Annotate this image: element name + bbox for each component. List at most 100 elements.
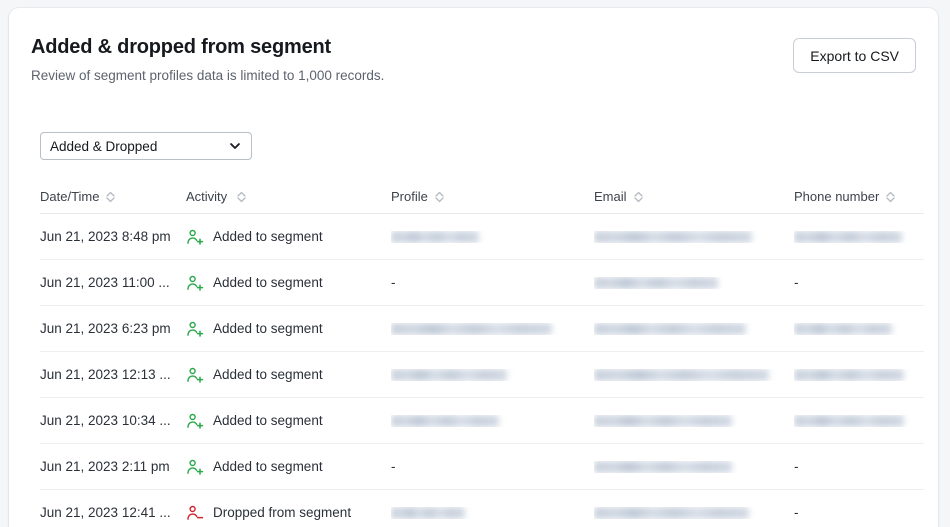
sort-chevrons-icon [633, 190, 644, 204]
cell-phone-number: - [794, 459, 924, 474]
activity-label: Dropped from segment [213, 505, 351, 520]
sort-chevrons-icon [434, 190, 445, 204]
activity-filter-value: Added & Dropped [50, 139, 228, 154]
cell-datetime: Jun 21, 2023 2:11 pm [40, 459, 186, 474]
cell-profile [391, 231, 594, 243]
sort-chevrons-icon [885, 190, 896, 204]
activity-filter-select[interactable]: Added & Dropped [40, 132, 252, 160]
cell-activity: Added to segment [186, 412, 391, 430]
cell-activity: Added to segment [186, 228, 391, 246]
page-subtitle: Review of segment profiles data is limit… [31, 67, 916, 85]
cell-profile [391, 507, 594, 519]
activity-label: Added to segment [213, 413, 323, 428]
column-header-label: Email [594, 189, 627, 204]
redacted-value [794, 369, 904, 381]
table-row[interactable]: Jun 21, 2023 2:11 pm Added to segment - - [40, 444, 924, 490]
person-add-icon [186, 412, 204, 430]
cell-email [594, 277, 794, 289]
card-header: Added & dropped from segment Review of s… [9, 8, 938, 85]
cell-activity: Added to segment [186, 320, 391, 338]
redacted-value [794, 231, 902, 243]
column-header-datetime[interactable]: Date/Time [40, 189, 186, 204]
cell-phone-number: - [794, 505, 924, 520]
person-remove-icon [186, 504, 204, 522]
column-header-activity[interactable]: Activity [186, 189, 391, 204]
activity-label: Added to segment [213, 459, 323, 474]
cell-datetime: Jun 21, 2023 6:23 pm [40, 321, 186, 336]
table-row[interactable]: Jun 21, 2023 10:34 ... Added to segment [40, 398, 924, 444]
redacted-value [391, 231, 479, 243]
person-add-icon [186, 366, 204, 384]
redacted-value [391, 415, 499, 427]
redacted-value [391, 323, 552, 335]
redacted-value [594, 231, 752, 243]
sort-chevrons-icon [236, 190, 247, 204]
table-row[interactable]: Jun 21, 2023 6:23 pm Added to segment [40, 306, 924, 352]
redacted-value [594, 461, 732, 473]
redacted-value [594, 323, 746, 335]
cell-email [594, 323, 794, 335]
segment-activity-card: Added & dropped from segment Review of s… [9, 8, 938, 527]
person-add-icon [186, 274, 204, 292]
cell-datetime: Jun 21, 2023 8:48 pm [40, 229, 186, 244]
cell-email [594, 415, 794, 427]
cell-profile: - [391, 459, 594, 474]
column-header-email[interactable]: Email [594, 189, 794, 204]
cell-activity: Added to segment [186, 366, 391, 384]
column-header-label: Profile [391, 189, 428, 204]
column-header-label: Activity [186, 189, 227, 204]
redacted-value [594, 277, 718, 289]
cell-profile: - [391, 275, 594, 290]
cell-email [594, 461, 794, 473]
cell-email [594, 231, 794, 243]
redacted-value [594, 415, 732, 427]
column-header-label: Phone number [794, 189, 879, 204]
cell-activity: Added to segment [186, 458, 391, 476]
cell-profile [391, 369, 594, 381]
cell-phone-number: - [794, 275, 924, 290]
table-header-row: Date/Time Activity [40, 180, 924, 214]
redacted-value [391, 507, 465, 519]
activity-table: Date/Time Activity [40, 180, 924, 527]
person-add-icon [186, 228, 204, 246]
cell-activity: Dropped from segment [186, 504, 391, 522]
cell-phone-number [794, 415, 924, 427]
cell-datetime: Jun 21, 2023 12:41 ... [40, 505, 186, 520]
cell-datetime: Jun 21, 2023 12:13 ... [40, 367, 186, 382]
cell-profile [391, 415, 594, 427]
person-add-icon [186, 458, 204, 476]
table-body: Jun 21, 2023 8:48 pmAdded to segmentJun … [40, 214, 924, 527]
redacted-value [794, 415, 904, 427]
cell-email [594, 369, 794, 381]
page-background: Added & dropped from segment Review of s… [0, 0, 950, 527]
activity-label: Added to segment [213, 229, 323, 244]
cell-profile [391, 323, 594, 335]
cell-email [594, 507, 794, 519]
column-header-label: Date/Time [40, 189, 99, 204]
table-row[interactable]: Jun 21, 2023 12:13 ... Added to segment [40, 352, 924, 398]
activity-label: Added to segment [213, 367, 323, 382]
activity-label: Added to segment [213, 275, 323, 290]
redacted-value [594, 507, 749, 519]
column-header-profile[interactable]: Profile [391, 189, 594, 204]
person-add-icon [186, 320, 204, 338]
table-row[interactable]: Jun 21, 2023 11:00 ... Added to segment - - [40, 260, 924, 306]
sort-chevrons-icon [105, 190, 116, 204]
export-to-csv-button[interactable]: Export to CSV [793, 38, 916, 73]
redacted-value [391, 369, 507, 381]
redacted-value [594, 369, 769, 381]
activity-label: Added to segment [213, 321, 323, 336]
cell-activity: Added to segment [186, 274, 391, 292]
cell-phone-number [794, 369, 924, 381]
activity-filter[interactable]: Added & Dropped [40, 132, 252, 160]
table-row[interactable]: Jun 21, 2023 8:48 pm Added to segment [40, 214, 924, 260]
cell-phone-number [794, 323, 924, 335]
cell-datetime: Jun 21, 2023 11:00 ... [40, 275, 186, 290]
column-header-phone-number[interactable]: Phone number [794, 189, 924, 204]
table-row[interactable]: Jun 21, 2023 12:41 ... Dropped from segme… [40, 490, 924, 527]
chevron-down-icon [228, 139, 242, 153]
page-title: Added & dropped from segment [31, 34, 916, 60]
redacted-value [794, 323, 892, 335]
cell-datetime: Jun 21, 2023 10:34 ... [40, 413, 186, 428]
cell-phone-number [794, 231, 924, 243]
